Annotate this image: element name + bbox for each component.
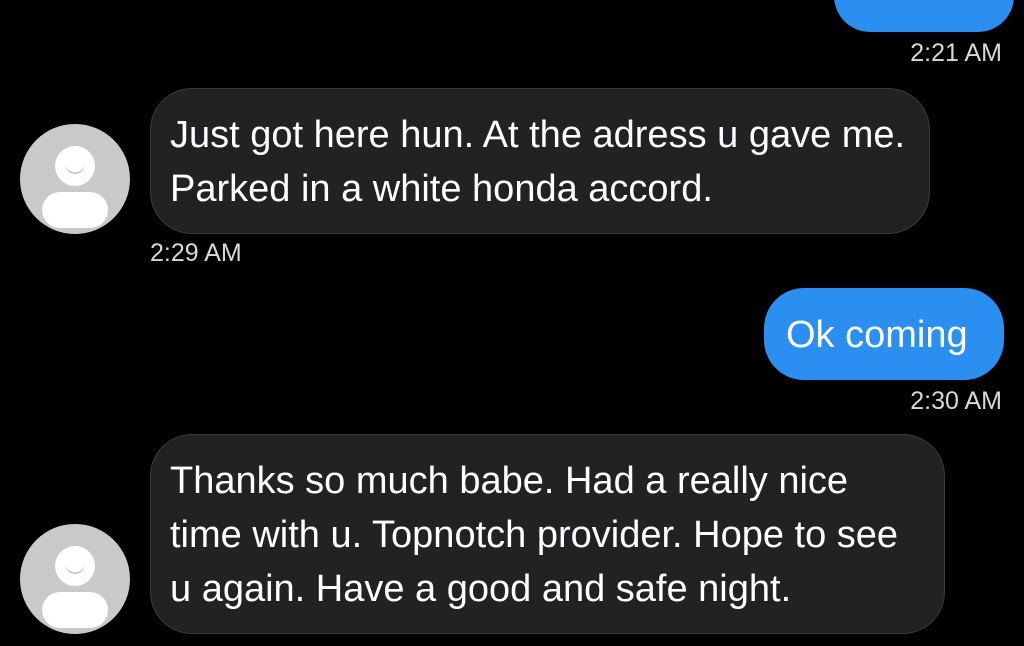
message-text: Ok coming	[786, 314, 968, 356]
sent-message-bubble[interactable]: Ok coming	[764, 288, 1004, 380]
sent-message-bubble[interactable]	[834, 0, 1014, 32]
received-message-bubble[interactable]: Thanks so much babe. Had a really nice t…	[150, 434, 945, 634]
message-text: Thanks so much babe. Had a really nice t…	[170, 460, 899, 610]
avatar-body-icon	[42, 192, 108, 228]
contact-avatar[interactable]	[20, 524, 130, 634]
message-text: Just got here hun. At the adress u gave …	[170, 114, 906, 210]
message-thread[interactable]: 2:21 AM Just got here hun. At the adress…	[0, 0, 1024, 646]
message-timestamp: 2:21 AM	[910, 39, 1002, 67]
received-message-bubble[interactable]: Just got here hun. At the adress u gave …	[150, 88, 930, 234]
message-timestamp: 2:29 AM	[150, 239, 242, 267]
contact-avatar[interactable]	[20, 124, 130, 234]
message-timestamp: 2:30 AM	[910, 387, 1002, 415]
avatar-body-icon	[42, 592, 108, 628]
